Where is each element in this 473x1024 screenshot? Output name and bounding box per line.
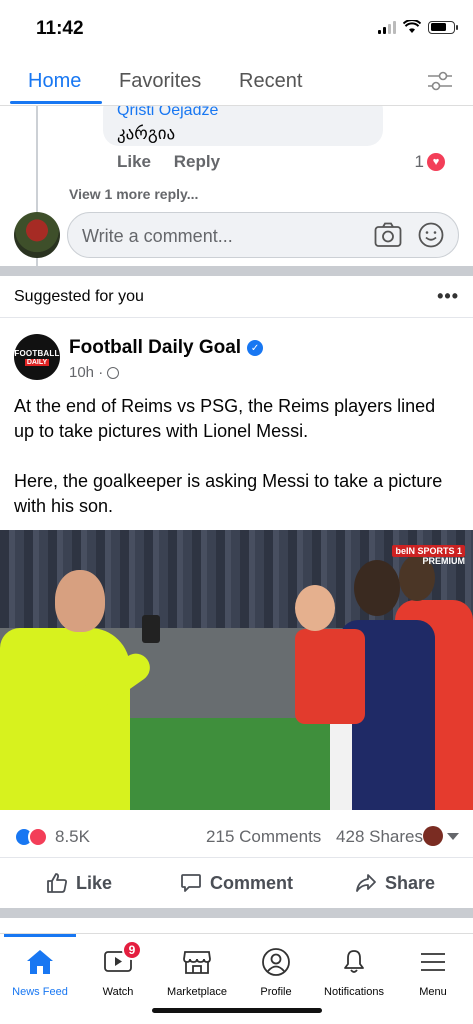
verified-icon: ✓ xyxy=(247,340,264,356)
avatar-logo-text: FOOTBALL xyxy=(14,348,60,358)
comment-like-button[interactable]: Like xyxy=(117,152,151,171)
comment-text: კარგია xyxy=(117,124,176,143)
photo-phone xyxy=(142,615,160,643)
share-count[interactable]: 428 Shares xyxy=(336,827,423,846)
suggested-header: Suggested for you ••• xyxy=(0,276,473,318)
nav-notifications[interactable]: Notifications xyxy=(314,946,394,998)
view-more-replies[interactable]: View 1 more reply... xyxy=(69,186,198,202)
page-name-text[interactable]: Football Daily Goal xyxy=(69,337,241,359)
photo-child xyxy=(295,585,365,810)
thumbs-up-icon xyxy=(47,873,67,893)
tab-recent[interactable]: Recent xyxy=(239,70,302,93)
comment-count[interactable]: 215 Comments xyxy=(206,827,321,846)
heart-icon: ♥ xyxy=(427,153,445,171)
post-stats: 215 Comments 428 Shares xyxy=(196,827,423,847)
post-photo[interactable]: beIN SPORTS 1 PREMIUM xyxy=(0,530,473,810)
nav-label-news-feed: News Feed xyxy=(12,986,68,998)
nav-label-menu: Menu xyxy=(419,986,447,998)
comment-icon xyxy=(181,874,201,892)
reaction-count[interactable]: 8.5K xyxy=(55,827,90,847)
comment-placeholder: Write a comment... xyxy=(82,226,233,246)
nav-active-indicator xyxy=(4,934,76,937)
post-header: FOOTBALL DAILY Football Daily Goal ✓ 10h… xyxy=(0,330,473,386)
comment-reaction-number: 1 xyxy=(414,152,424,171)
reactions-bar: 8.5K 215 Comments 428 Shares xyxy=(0,818,473,858)
nav-watch[interactable]: 9 Watch xyxy=(78,940,158,998)
chevron-down-icon[interactable] xyxy=(447,833,459,840)
section-divider xyxy=(0,266,473,276)
section-divider xyxy=(0,908,473,918)
page-name[interactable]: Football Daily Goal ✓ xyxy=(69,337,264,359)
marketplace-icon xyxy=(183,951,211,974)
comment-label: Comment xyxy=(210,872,294,893)
share-button[interactable]: Share xyxy=(355,872,435,894)
post-text-paragraph-1: At the end of Reims vs PSG, the Reims pl… xyxy=(14,396,436,441)
nav-marketplace[interactable]: Marketplace xyxy=(157,946,237,998)
comment-thread: Qristi Oejadze კარგია Like Reply 1 ♥ Vie… xyxy=(0,106,473,266)
nav-profile[interactable]: Profile xyxy=(236,946,316,998)
love-reaction-icon xyxy=(28,827,48,847)
tab-active-indicator xyxy=(10,101,102,104)
page-avatar[interactable]: FOOTBALL DAILY xyxy=(14,334,60,380)
comment-author[interactable]: Qristi Oejadze xyxy=(117,106,369,120)
nav-label-watch: Watch xyxy=(102,986,134,998)
tab-home[interactable]: Home xyxy=(28,70,81,93)
reaction-icons[interactable] xyxy=(14,827,48,847)
nav-label-marketplace: Marketplace xyxy=(167,986,227,998)
post-timestamp[interactable]: 10h · xyxy=(69,364,120,381)
nav-news-feed[interactable]: News Feed xyxy=(0,946,80,998)
tv-channel-logo: beIN SPORTS 1 PREMIUM xyxy=(392,545,466,566)
wifi-icon xyxy=(403,20,421,33)
bell-icon xyxy=(344,950,364,973)
status-icons xyxy=(378,20,458,34)
avatar[interactable] xyxy=(14,212,60,258)
status-time: 11:42 xyxy=(36,18,84,39)
avatar[interactable] xyxy=(423,826,443,846)
watch-badge: 9 xyxy=(122,940,142,960)
tv-logo-subtext: PREMIUM xyxy=(422,556,466,566)
share-label: Share xyxy=(385,872,436,893)
post-actions: Like Comment Share xyxy=(0,860,473,908)
nav-label-profile: Profile xyxy=(260,986,292,998)
emoji-icon[interactable] xyxy=(418,222,444,248)
tab-favorites[interactable]: Favorites xyxy=(119,70,201,93)
comment-actions: Like Reply xyxy=(117,152,238,172)
more-options-icon[interactable]: ••• xyxy=(437,286,459,307)
home-icon xyxy=(27,950,53,974)
post-body: At the end of Reims vs PSG, the Reims pl… xyxy=(14,394,459,544)
post-time-text: 10h · xyxy=(69,364,104,381)
profile-icon xyxy=(262,948,290,976)
like-button[interactable]: Like xyxy=(46,872,112,894)
nav-label-notifications: Notifications xyxy=(324,986,384,998)
status-bar: 11:42 xyxy=(0,0,473,56)
comment-input[interactable]: Write a comment... xyxy=(67,212,459,258)
nav-menu[interactable]: Menu xyxy=(393,946,473,998)
comment-composer: Write a comment... xyxy=(0,212,473,264)
globe-icon xyxy=(107,366,120,379)
menu-icon xyxy=(421,953,445,971)
battery-icon xyxy=(428,20,458,34)
feed-tabs: Home Favorites Recent xyxy=(0,56,473,106)
share-icon xyxy=(356,874,376,892)
photo-goalkeeper xyxy=(0,570,160,810)
signal-icon xyxy=(378,20,396,34)
like-label: Like xyxy=(76,872,113,893)
comment-reply-button[interactable]: Reply xyxy=(174,152,220,171)
camera-icon[interactable] xyxy=(374,222,402,248)
avatar-logo-text-2: DAILY xyxy=(24,358,50,366)
filter-icon[interactable] xyxy=(427,70,453,92)
comment-reaction-count[interactable]: 1 ♥ xyxy=(415,152,445,172)
post-text-paragraph-2: Here, the goalkeeper is asking Messi to … xyxy=(14,471,443,516)
suggested-label: Suggested for you xyxy=(14,288,144,305)
home-indicator xyxy=(152,1008,322,1013)
comment-bubble[interactable]: Qristi Oejadze კარგია xyxy=(103,106,383,146)
comment-button[interactable]: Comment xyxy=(180,872,293,894)
